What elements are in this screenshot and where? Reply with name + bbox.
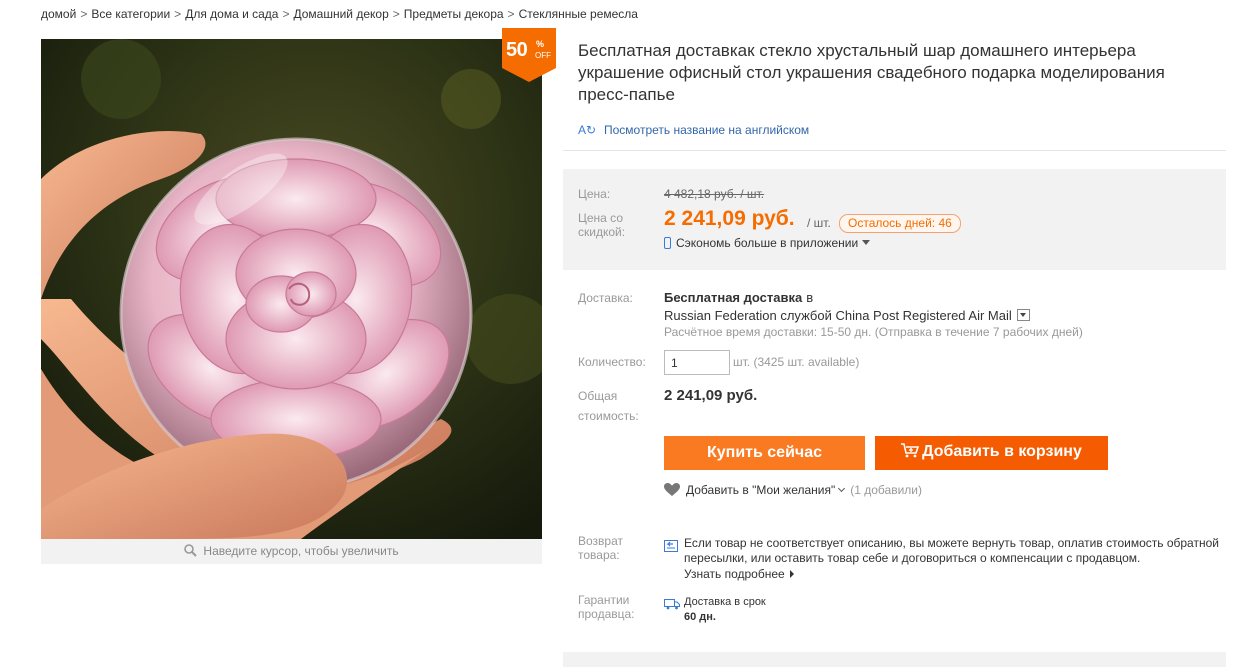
discount-badge: 50 % OFF <box>502 28 556 82</box>
wishlist-row: Добавить в "Мои желания" (1 добавили) <box>664 483 922 500</box>
cart-icon <box>901 443 920 463</box>
magnifier-icon <box>184 541 198 566</box>
add-to-cart-button[interactable]: Добавить в корзину <box>875 436 1108 470</box>
product-title: Бесплатная доставкак стекло хрустальный … <box>578 41 1165 104</box>
price-unit: / шт. <box>807 216 831 230</box>
total-label: Общая стоимость: <box>578 389 639 423</box>
heart-icon <box>664 483 680 500</box>
wishlist-count: (1 добавили) <box>850 483 922 497</box>
breadcrumb-all-categories[interactable]: Все категории <box>91 7 170 21</box>
returns-text: Если товар не соответствует описанию, вы… <box>684 536 1219 565</box>
total-price: 2 241,09 руб. <box>664 387 758 404</box>
translate-icon: A↻ <box>578 123 597 137</box>
product-gallery: Наведите курсор, чтобы увеличить <box>41 39 542 564</box>
breadcrumb-home-decor[interactable]: Домашний декор <box>293 7 388 21</box>
price-box: Цена: 4 482,18 руб. / шт. Цена со скидко… <box>563 169 1226 270</box>
app-save-text: Сэкономь больше в приложении <box>676 236 859 250</box>
caret-down-icon <box>862 240 871 245</box>
price-label: Цена: <box>578 187 611 201</box>
badge-percent: 50 <box>506 39 528 61</box>
zoom-hint-bar: Наведите курсор, чтобы увеличить <box>41 539 542 564</box>
free-shipping: Бесплатная доставка в <box>664 290 813 305</box>
translate-link-text: Посмотреть название на английском <box>604 123 810 137</box>
shipping-in: в <box>806 290 814 305</box>
shipping-method-text: Russian Federation службой China Post Re… <box>664 308 1012 323</box>
wishlist-label: Добавить в "Мои желания" <box>686 483 836 497</box>
return-icon <box>664 539 678 557</box>
guarantee-label: Гарантии продавца: <box>578 593 635 621</box>
breadcrumb-decor-items[interactable]: Предметы декора <box>404 7 504 21</box>
quantity-input[interactable] <box>664 350 730 375</box>
add-to-wishlist-link[interactable]: Добавить в "Мои желания" <box>686 483 846 497</box>
quantity-available: шт. (3425 шт. available) <box>733 355 860 369</box>
chevron-down-icon <box>838 484 846 493</box>
badge-off: OFF <box>535 51 551 60</box>
discount-price: 2 241,09 руб. <box>664 207 795 230</box>
badge-percent-sign: % <box>536 39 545 49</box>
breadcrumb-home-garden[interactable]: Для дома и сада <box>185 7 278 21</box>
add-to-cart-label: Добавить в корзину <box>922 443 1082 460</box>
divider <box>563 150 1226 151</box>
learn-more-text: Узнать подробнее <box>684 567 785 581</box>
product-photo[interactable] <box>41 39 542 539</box>
phone-icon <box>664 237 671 249</box>
buy-now-button[interactable]: Купить сейчас <box>664 436 865 470</box>
next-section-box <box>563 652 1226 667</box>
translate-title-link[interactable]: A↻ Посмотреть название на английском <box>578 123 809 137</box>
guarantee-days: 60 дн. <box>684 611 716 623</box>
zoom-hint-text: Наведите курсор, чтобы увеличить <box>203 544 399 558</box>
truck-icon <box>664 597 680 615</box>
breadcrumb-glass-crafts[interactable]: Стеклянные ремесла <box>519 7 638 21</box>
shipping-method-dropdown[interactable] <box>1016 309 1030 321</box>
old-price: 4 482,18 руб. / шт. <box>664 187 765 201</box>
breadcrumb: домой > Все категории > Для дома и сада > Дома… <box>41 7 638 21</box>
breadcrumb-home[interactable]: домой <box>41 7 76 21</box>
learn-more-link[interactable]: Узнать подробнее <box>684 567 794 581</box>
arrow-right-icon <box>789 570 794 578</box>
app-save-dropdown[interactable]: Сэкономь больше в приложении <box>664 236 871 250</box>
shipping-label: Доставка: <box>578 291 633 305</box>
returns-label: Возврат товара: <box>578 534 623 562</box>
guarantee-title: Доставка в срок <box>684 596 766 608</box>
free-shipping-text: Бесплатная доставка <box>664 290 803 305</box>
discount-price-label: Цена со скидкой: <box>578 211 626 239</box>
shipping-time: Расчётное время доставки: 15-50 дн. (Отп… <box>664 325 1083 339</box>
days-left-badge: Осталось дней: 46 <box>839 214 961 233</box>
shipping-method: Russian Federation службой China Post Re… <box>664 308 1030 323</box>
quantity-label: Количество: <box>578 355 646 369</box>
